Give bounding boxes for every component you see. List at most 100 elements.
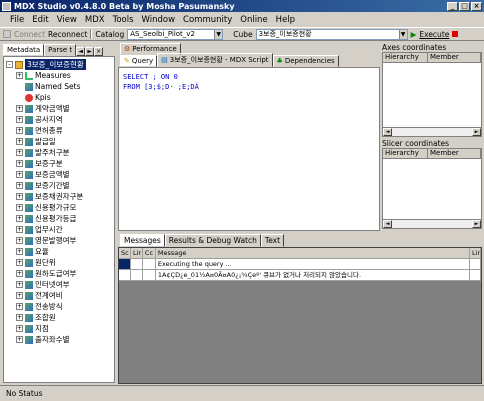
- execute-button[interactable]: Execute: [419, 30, 449, 39]
- tree-node[interactable]: + 공사지역: [6, 114, 112, 125]
- tab-dependencies[interactable]: ♣ Dependencies: [272, 55, 339, 67]
- slicer-scrollbar[interactable]: ◄ ►: [383, 219, 481, 228]
- col-line2[interactable]: Lir: [470, 248, 481, 259]
- tree-node[interactable]: + 신용평가등급: [6, 213, 112, 224]
- menu-file[interactable]: File: [10, 15, 24, 25]
- tab-text[interactable]: Text: [260, 234, 285, 247]
- tree-node[interactable]: + 전계여비: [6, 290, 112, 301]
- table-row[interactable]: 1A¢ÇD¿e_01½A¤0Ã¤A0¿¡¾Çeº' 큐브가 없거나 처리되지 않…: [119, 270, 481, 281]
- axes-member-header[interactable]: Member: [428, 53, 481, 63]
- row-selector[interactable]: [119, 259, 131, 270]
- expand-toggle-icon[interactable]: +: [16, 182, 23, 189]
- tree-node[interactable]: + 원단위: [6, 257, 112, 268]
- expand-toggle-icon[interactable]: +: [16, 127, 23, 134]
- scroll-right-icon[interactable]: ►: [472, 128, 481, 136]
- axes-hierarchy-header[interactable]: Hierarchy: [383, 53, 428, 63]
- tree-node[interactable]: + 발급일: [6, 136, 112, 147]
- expand-toggle-icon[interactable]: +: [16, 237, 23, 244]
- col-line[interactable]: Lir: [130, 248, 143, 259]
- tree-node[interactable]: + 발주처구분: [6, 147, 112, 158]
- expand-toggle-icon[interactable]: +: [16, 281, 23, 288]
- axes-grid[interactable]: Hierarchy Member ◄ ►: [382, 52, 482, 137]
- tree-node[interactable]: + 요율: [6, 246, 112, 257]
- connect-button[interactable]: Connect: [14, 30, 45, 39]
- expand-toggle-icon[interactable]: +: [16, 226, 23, 233]
- catalog-select[interactable]: AS_Seolbi_Pilot_v2 ▼: [127, 28, 224, 40]
- tab-query[interactable]: ✎ Query: [120, 55, 158, 67]
- table-row[interactable]: Executing the query ...: [119, 259, 481, 270]
- slicer-hierarchy-header[interactable]: Hierarchy: [383, 149, 428, 159]
- expand-toggle-icon[interactable]: +: [16, 259, 23, 266]
- tab-scroll-left[interactable]: ◄: [76, 47, 86, 56]
- expand-toggle-icon[interactable]: +: [16, 270, 23, 277]
- tree-node[interactable]: + 보증채권자구분: [6, 191, 112, 202]
- row-selector[interactable]: [119, 270, 131, 281]
- expand-toggle-icon[interactable]: +: [16, 116, 23, 123]
- messages-grid[interactable]: Sc Lir Cc Message Lir Executing the quer…: [118, 247, 482, 384]
- tab-mdx-script[interactable]: ▤ 3보증_이보증현황 - MDX Script: [157, 53, 273, 67]
- tab-parse[interactable]: Parse t: [44, 44, 77, 56]
- slicer-grid[interactable]: Hierarchy Member ◄ ►: [382, 148, 482, 229]
- col-cc[interactable]: Cc: [142, 248, 156, 259]
- tab-results[interactable]: Results & Debug Watch: [164, 234, 261, 247]
- tree-node[interactable]: Kpis: [6, 92, 112, 103]
- cube-select[interactable]: 3보증_이보증현황 ▼: [255, 28, 408, 40]
- tree-node[interactable]: + 업무시간: [6, 224, 112, 235]
- menu-tools[interactable]: Tools: [113, 15, 134, 25]
- menu-window[interactable]: Window: [142, 15, 176, 25]
- menu-online[interactable]: Online: [240, 15, 267, 25]
- expand-toggle-icon[interactable]: +: [16, 292, 23, 299]
- tree-node[interactable]: + 면허종류: [6, 125, 112, 136]
- expand-toggle-icon[interactable]: +: [16, 105, 23, 112]
- tab-scroll-right[interactable]: ►: [85, 47, 95, 56]
- close-button[interactable]: ×: [471, 1, 482, 11]
- expand-toggle-icon[interactable]: +: [16, 72, 23, 79]
- expand-toggle-icon[interactable]: +: [16, 193, 23, 200]
- expand-toggle-icon[interactable]: +: [16, 160, 23, 167]
- menu-edit[interactable]: Edit: [32, 15, 48, 25]
- tree-node[interactable]: + 지점: [6, 323, 112, 334]
- scroll-right-icon[interactable]: ►: [472, 220, 481, 228]
- tab-metadata[interactable]: Metadata: [3, 44, 45, 56]
- expand-toggle-icon[interactable]: +: [16, 303, 23, 310]
- reconnect-button[interactable]: Reconnect: [48, 30, 87, 39]
- tree-node[interactable]: + Measures: [6, 70, 112, 81]
- col-sc[interactable]: Sc: [119, 248, 131, 259]
- slicer-member-header[interactable]: Member: [428, 149, 481, 159]
- tree-node[interactable]: + 신용평가규모: [6, 202, 112, 213]
- tree-node[interactable]: + 보증금액별: [6, 169, 112, 180]
- col-message[interactable]: Message: [155, 248, 471, 259]
- expand-toggle-icon[interactable]: +: [16, 215, 23, 222]
- scroll-left-icon[interactable]: ◄: [383, 128, 392, 136]
- expand-toggle-icon[interactable]: +: [16, 336, 23, 343]
- tree-node[interactable]: + 인터넷여부: [6, 279, 112, 290]
- tree-node[interactable]: Named Sets: [6, 81, 112, 92]
- axes-scrollbar[interactable]: ◄ ►: [383, 127, 481, 136]
- tab-messages[interactable]: Messages: [120, 234, 165, 247]
- tree-node[interactable]: + 전송방식: [6, 301, 112, 312]
- menu-help[interactable]: Help: [276, 15, 295, 25]
- expand-toggle-icon[interactable]: -: [6, 61, 13, 68]
- mdx-editor[interactable]: SELECT ; ON 0 FROM [3;$;D· ;E;DÁ: [118, 67, 380, 231]
- tree-node[interactable]: + 계약금액별: [6, 103, 112, 114]
- metadata-tree[interactable]: -3보증_이보증현황 + Measures Named Sets Kpis + 계약금액별 +…: [3, 56, 115, 383]
- maximize-button[interactable]: □: [459, 1, 470, 11]
- scroll-left-icon[interactable]: ◄: [383, 220, 392, 228]
- tree-node[interactable]: + 보증구분: [6, 158, 112, 169]
- tree-node[interactable]: + 원하도급여부: [6, 268, 112, 279]
- expand-toggle-icon[interactable]: +: [16, 314, 23, 321]
- expand-toggle-icon[interactable]: +: [16, 149, 23, 156]
- tree-node[interactable]: - 3보증_이보증현황: [6, 59, 112, 70]
- stop-icon[interactable]: [452, 31, 459, 37]
- menu-mdx[interactable]: MDX: [85, 15, 105, 25]
- minimize-button[interactable]: _: [447, 1, 458, 11]
- tree-node[interactable]: + 출자좌수별: [6, 334, 112, 345]
- menu-view[interactable]: View: [57, 15, 77, 25]
- tree-node[interactable]: + 조합원: [6, 312, 112, 323]
- menu-community[interactable]: Community: [183, 15, 232, 25]
- expand-toggle-icon[interactable]: +: [16, 248, 23, 255]
- tree-node[interactable]: + 영문발행여부: [6, 235, 112, 246]
- expand-toggle-icon[interactable]: +: [16, 204, 23, 211]
- tree-node[interactable]: + 보증기간별: [6, 180, 112, 191]
- expand-toggle-icon[interactable]: +: [16, 325, 23, 332]
